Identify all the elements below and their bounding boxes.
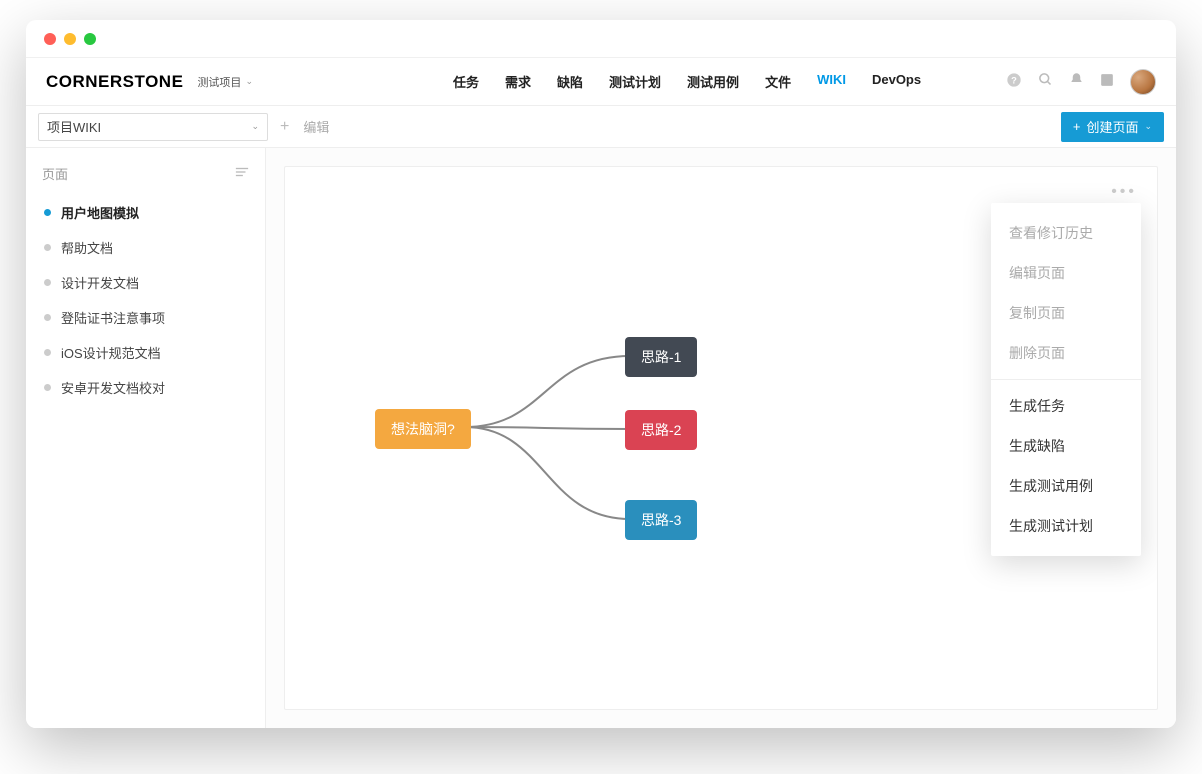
workspace: 页面 用户地图模拟 帮助文档 设计开发文档 登陆证书注意事项 [26, 148, 1176, 728]
wiki-select[interactable]: 项目WIKI ⌄ [38, 113, 268, 141]
app-window: CORNERSTONE 测试项目 ⌄ 任务 需求 缺陷 测试计划 测试用例 文件… [26, 20, 1176, 728]
menu-delete-page[interactable]: 删除页面 [991, 333, 1141, 373]
menu-edit-page[interactable]: 编辑页面 [991, 253, 1141, 293]
sub-toolbar: 项目WIKI ⌄ + 编辑 + 创建页面 ⌄ [26, 106, 1176, 148]
svg-text:?: ? [1011, 75, 1017, 85]
mindmap-node[interactable]: 思路-1 [625, 337, 697, 377]
menu-generate-defect[interactable]: 生成缺陷 [991, 426, 1141, 466]
project-switch-label: 测试项目 [197, 74, 241, 90]
sidebar-item[interactable]: 帮助文档 [42, 230, 249, 265]
nav-tabs: 任务 需求 缺陷 测试计划 测试用例 文件 WIKI DevOps [453, 72, 921, 91]
sidebar-item[interactable]: 安卓开发文档校对 [42, 370, 249, 405]
sidebar-item-label: 帮助文档 [61, 238, 113, 257]
bell-icon[interactable] [1069, 72, 1084, 91]
close-window-button[interactable] [44, 33, 56, 45]
sidebar-item[interactable]: 用户地图模拟 [42, 195, 249, 230]
sidebar-item-label: 安卓开发文档校对 [61, 378, 165, 397]
tab-defects[interactable]: 缺陷 [557, 72, 583, 91]
sidebar-item-label: 用户地图模拟 [61, 203, 139, 222]
grid-icon[interactable] [1100, 73, 1114, 91]
bullet-icon [44, 279, 51, 286]
window-titlebar [26, 20, 1176, 58]
mindmap-sheet[interactable]: ••• 想法脑洞? 思路-1 思路-2 思路-3 查看修订历史 编辑页面 复制页… [284, 166, 1158, 710]
edit-label[interactable]: 编辑 [303, 117, 329, 136]
search-icon[interactable] [1038, 72, 1053, 91]
create-page-button[interactable]: + 创建页面 ⌄ [1061, 112, 1164, 142]
brand-logo: CORNERSTONE [46, 72, 183, 92]
mindmap-node[interactable]: 思路-2 [625, 410, 697, 450]
maximize-window-button[interactable] [84, 33, 96, 45]
sidebar-header: 页面 [42, 164, 249, 183]
sort-icon[interactable] [235, 166, 249, 181]
bullet-icon [44, 349, 51, 356]
tab-tasks[interactable]: 任务 [453, 72, 479, 91]
bullet-icon [44, 244, 51, 251]
bullet-icon [44, 384, 51, 391]
top-right-actions: ? [1006, 69, 1156, 95]
mindmap-root-node[interactable]: 想法脑洞? [375, 409, 471, 449]
add-wiki-icon[interactable]: + [280, 118, 289, 136]
chevron-down-icon: ⌄ [1144, 121, 1152, 132]
menu-generate-task[interactable]: 生成任务 [991, 386, 1141, 426]
canvas-area: ••• 想法脑洞? 思路-1 思路-2 思路-3 查看修订历史 编辑页面 复制页… [266, 148, 1176, 728]
menu-generate-test-plan[interactable]: 生成测试计划 [991, 506, 1141, 546]
menu-divider [991, 379, 1141, 380]
avatar[interactable] [1130, 69, 1156, 95]
menu-view-history[interactable]: 查看修订历史 [991, 213, 1141, 253]
project-switcher[interactable]: 测试项目 ⌄ [197, 74, 253, 90]
sidebar-item[interactable]: 登陆证书注意事项 [42, 300, 249, 335]
sidebar-item[interactable]: iOS设计规范文档 [42, 335, 249, 370]
chevron-down-icon: ⌄ [245, 76, 253, 87]
menu-generate-test-case[interactable]: 生成测试用例 [991, 466, 1141, 506]
bullet-icon [44, 209, 51, 216]
wiki-select-label: 项目WIKI [47, 117, 101, 136]
more-options-icon[interactable]: ••• [1111, 183, 1137, 201]
top-nav: CORNERSTONE 测试项目 ⌄ 任务 需求 缺陷 测试计划 测试用例 文件… [26, 58, 1176, 106]
help-icon[interactable]: ? [1006, 72, 1022, 92]
sidebar-item-label: 设计开发文档 [61, 273, 139, 292]
bullet-icon [44, 314, 51, 321]
tab-wiki[interactable]: WIKI [817, 72, 846, 91]
menu-copy-page[interactable]: 复制页面 [991, 293, 1141, 333]
minimize-window-button[interactable] [64, 33, 76, 45]
create-page-label: 创建页面 [1086, 117, 1138, 136]
tab-devops[interactable]: DevOps [872, 72, 921, 91]
tab-requirements[interactable]: 需求 [505, 72, 531, 91]
tab-test-plan[interactable]: 测试计划 [609, 72, 661, 91]
tab-files[interactable]: 文件 [765, 72, 791, 91]
sidebar-item-label: 登陆证书注意事项 [61, 308, 165, 327]
chevron-down-icon: ⌄ [251, 121, 259, 132]
sidebar-title: 页面 [42, 164, 68, 183]
sidebar-item[interactable]: 设计开发文档 [42, 265, 249, 300]
sidebar-item-label: iOS设计规范文档 [61, 343, 161, 362]
mindmap-node[interactable]: 思路-3 [625, 500, 697, 540]
context-menu: 查看修订历史 编辑页面 复制页面 删除页面 生成任务 生成缺陷 生成测试用例 生… [991, 203, 1141, 556]
plus-icon: + [1073, 119, 1081, 134]
tab-test-cases[interactable]: 测试用例 [687, 72, 739, 91]
traffic-lights [44, 33, 96, 45]
sidebar: 页面 用户地图模拟 帮助文档 设计开发文档 登陆证书注意事项 [26, 148, 266, 728]
